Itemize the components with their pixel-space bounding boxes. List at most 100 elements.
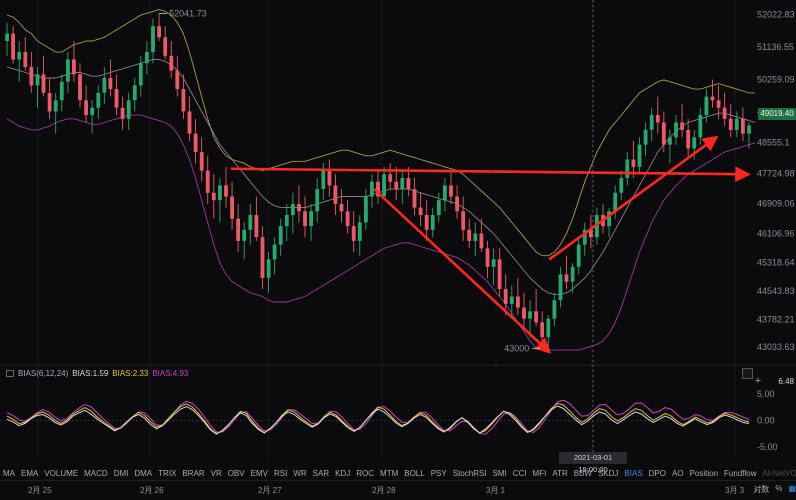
candle bbox=[108, 59, 113, 97]
upper-band-line bbox=[6, 9, 755, 257]
candle-body bbox=[698, 115, 703, 138]
candle-body bbox=[224, 185, 228, 197]
tab-obv[interactable]: OBV bbox=[225, 469, 248, 478]
candle bbox=[254, 196, 259, 241]
candle-body bbox=[297, 203, 301, 212]
candle-body bbox=[248, 215, 253, 230]
bottom-right-controls: 对数 % ▦ bbox=[753, 484, 796, 495]
price-axis[interactable]: 52022.8351136.5550259.0949399.7848555.14… bbox=[757, 9, 795, 352]
candle-body bbox=[284, 215, 289, 227]
candle bbox=[90, 100, 95, 134]
tab-bias[interactable]: BIAS bbox=[621, 469, 645, 478]
tab-skdj[interactable]: SKDJ bbox=[595, 469, 621, 478]
tab-emv[interactable]: EMV bbox=[248, 469, 271, 478]
candle bbox=[400, 170, 405, 204]
candle bbox=[655, 96, 660, 134]
candle-body bbox=[382, 174, 386, 197]
candle bbox=[576, 237, 581, 275]
log-scale-toggle[interactable]: 对数 bbox=[753, 484, 769, 495]
candle bbox=[424, 200, 429, 241]
tab-trix[interactable]: TRIX bbox=[155, 469, 179, 478]
tab-smi[interactable]: SMI bbox=[490, 469, 510, 478]
candle bbox=[59, 74, 64, 112]
middle-band-line bbox=[6, 59, 756, 296]
tab-fundflow[interactable]: Fundflow bbox=[721, 469, 759, 478]
candle bbox=[686, 118, 691, 156]
candle bbox=[17, 41, 22, 82]
tab-dma[interactable]: DMA bbox=[131, 469, 155, 478]
candle-body bbox=[17, 52, 22, 60]
candle bbox=[741, 107, 745, 141]
tab-rsi[interactable]: RSI bbox=[271, 469, 290, 478]
eye-icon[interactable] bbox=[6, 370, 14, 377]
tab-dmi[interactable]: DMI bbox=[111, 469, 132, 478]
candle bbox=[260, 226, 265, 290]
candle-body bbox=[522, 307, 526, 319]
tab-position[interactable]: Position bbox=[687, 469, 721, 478]
candle bbox=[84, 85, 88, 123]
chart-canvas[interactable]: 52022.8351136.5550259.0949399.7848555.14… bbox=[0, 0, 796, 500]
time-label: 3月 1 bbox=[486, 486, 506, 495]
tab-ao[interactable]: AO bbox=[669, 469, 687, 478]
candle bbox=[151, 18, 155, 64]
indicator-tabbar: MA EMA VOLUME MACD DMI DMA TRIX BRAR VR OBV EMV RSI… bbox=[0, 466, 796, 480]
candle-body bbox=[211, 192, 216, 201]
tab-cci[interactable]: CCI bbox=[510, 469, 530, 478]
candle bbox=[491, 248, 496, 286]
candle-body bbox=[266, 259, 271, 278]
tab-atr[interactable]: ATR bbox=[549, 469, 570, 478]
tab-bbw[interactable]: BBW bbox=[571, 469, 595, 478]
grid-icon[interactable]: ▦ bbox=[788, 484, 796, 495]
candle-body bbox=[169, 55, 174, 71]
candle-body bbox=[309, 211, 313, 227]
tab-ai-netvol[interactable]: AI-NetVOL bbox=[760, 469, 796, 478]
candle bbox=[278, 218, 283, 256]
candle bbox=[455, 185, 459, 219]
bias-legend: BIAS(6,12,24) BIAS:1.59 BIAS:2.33 BIAS:4… bbox=[6, 369, 188, 378]
candle-body bbox=[643, 129, 648, 145]
price-tick-label: 47724.98 bbox=[757, 168, 795, 178]
candle-body bbox=[734, 118, 739, 130]
tab-macd[interactable]: MACD bbox=[81, 469, 111, 478]
candle bbox=[497, 248, 502, 297]
tab-stochrsi[interactable]: StochRSI bbox=[450, 469, 490, 478]
candle bbox=[522, 292, 526, 330]
candle bbox=[145, 41, 149, 75]
tab-kdj[interactable]: KDJ bbox=[332, 469, 353, 478]
percent-toggle[interactable]: % bbox=[775, 484, 782, 495]
tab-sar[interactable]: SAR bbox=[310, 469, 332, 478]
candle-body bbox=[534, 311, 538, 323]
candle-body bbox=[205, 170, 210, 193]
price-tick-label: 44543.83 bbox=[757, 286, 795, 296]
tab-boll[interactable]: BOLL bbox=[401, 469, 427, 478]
tab-vr[interactable]: VR bbox=[208, 469, 225, 478]
tab-brar[interactable]: BRAR bbox=[179, 469, 207, 478]
candle-body bbox=[467, 229, 472, 241]
tab-volume[interactable]: VOLUME bbox=[41, 469, 81, 478]
candle-body bbox=[339, 203, 344, 212]
candle-body bbox=[637, 144, 642, 167]
tab-wr[interactable]: WR bbox=[290, 469, 309, 478]
tab-psy[interactable]: PSY bbox=[428, 469, 450, 478]
tab-roc[interactable]: ROC bbox=[353, 469, 377, 478]
candle-body bbox=[236, 218, 240, 241]
candle bbox=[230, 181, 234, 230]
tab-ema[interactable]: EMA bbox=[18, 469, 41, 478]
candle-body bbox=[120, 107, 125, 119]
current-price-badge: 49019.40 bbox=[758, 108, 796, 120]
candle-body bbox=[661, 122, 666, 145]
tab-dpo[interactable]: DPO bbox=[646, 469, 669, 478]
candle-body bbox=[291, 203, 295, 215]
candle-body bbox=[78, 74, 82, 101]
candle-body bbox=[53, 100, 58, 112]
candle-body bbox=[181, 89, 186, 112]
candle bbox=[509, 285, 514, 319]
candle-body bbox=[400, 178, 405, 190]
candle bbox=[303, 196, 307, 238]
candle bbox=[710, 79, 715, 108]
candle bbox=[674, 115, 678, 145]
tab-mfi[interactable]: MFI bbox=[530, 469, 550, 478]
candle bbox=[728, 103, 733, 138]
tab-ma[interactable]: MA bbox=[0, 469, 18, 478]
tab-mtm[interactable]: MTM bbox=[377, 469, 401, 478]
